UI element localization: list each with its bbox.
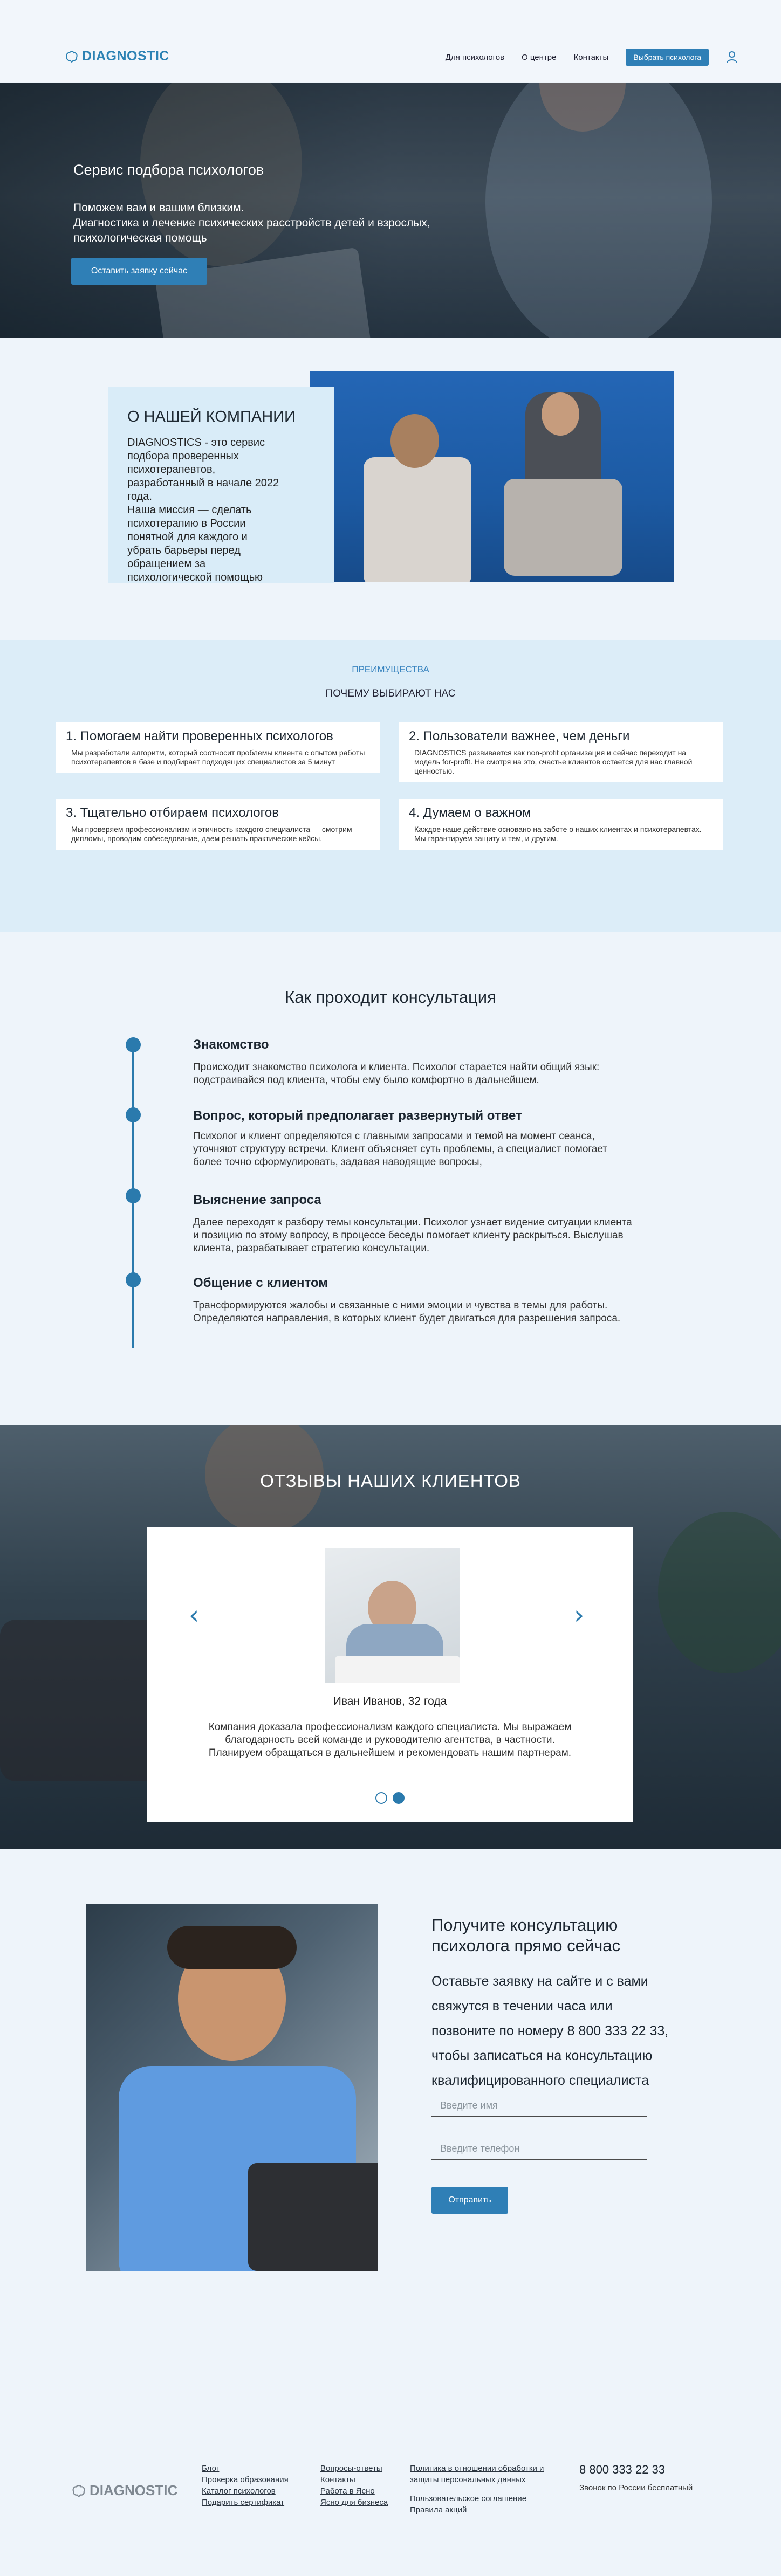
- step-title: Общение с клиентом: [193, 1276, 328, 1290]
- advantage-title: 1. Помогаем найти проверенных психологов: [66, 729, 333, 743]
- advantage-card: 4. Думаем о важном Каждое наше действие …: [399, 799, 723, 850]
- footer-link[interactable]: Ясно для бизнеса: [320, 2497, 388, 2508]
- footer-link[interactable]: Каталог психологов: [202, 2485, 289, 2497]
- step-text: Происходит знакомство психолога и клиент…: [193, 1062, 600, 1086]
- pagination-dot-active[interactable]: [393, 1792, 405, 1804]
- logo[interactable]: DIAGNOSTIC: [65, 49, 169, 64]
- review-card: Иван Иванов, 32 года Компания доказала п…: [147, 1527, 633, 1822]
- main-nav: Для психологов О центре Контакты Выбрать…: [446, 49, 738, 66]
- contact-title: Получите консультацию психолога прямо се…: [431, 1916, 621, 1955]
- advantages-title: ПОЧЕМУ ВЫБИРАЮТ НАС: [325, 688, 456, 699]
- review-text: Компания доказала профессионализм каждог…: [208, 1721, 572, 1759]
- step-text: Трансформируются жалобы и связанные с ни…: [193, 1300, 621, 1324]
- step-text: Психолог и клиент определяются с главным…: [193, 1131, 608, 1168]
- reviews-section: ОТЗЫВЫ НАШИХ КЛИЕНТОВ Иван Иванов, 32 го…: [0, 1425, 781, 1849]
- step-title: Вопрос, который предполагает развернутый…: [193, 1108, 522, 1123]
- leave-request-button[interactable]: Оставить заявку сейчас: [71, 258, 207, 285]
- footer-link[interactable]: Пользовательское соглашение: [410, 2493, 566, 2504]
- nav-link-contacts[interactable]: Контакты: [574, 53, 609, 62]
- step-title: Выяснение запроса: [193, 1193, 321, 1207]
- hero-subtitle: Поможем вам и вашим близким. Диагностика…: [73, 201, 483, 246]
- reviews-title: ОТЗЫВЫ НАШИХ КЛИЕНТОВ: [260, 1471, 521, 1491]
- timeline-dot: [126, 1272, 141, 1287]
- footer-link[interactable]: Работа в Ясно: [320, 2485, 388, 2497]
- contact-text: Оставьте заявку на сайте и с вами свяжут…: [431, 1974, 669, 2088]
- about-title: О НАШЕЙ КОМПАНИИ: [127, 408, 296, 425]
- advantage-text: Мы проверяем профессионализм и этичность…: [71, 825, 352, 843]
- footer-link[interactable]: Проверка образования: [202, 2474, 289, 2485]
- logo-text: DIAGNOSTIC: [82, 49, 169, 64]
- consultation-title: Как проходит консультация: [285, 988, 496, 1007]
- phone-input[interactable]: [431, 2138, 647, 2160]
- footer-link[interactable]: Вопросы-ответы: [320, 2463, 388, 2474]
- hero-subtitle-line: Диагностика и лечение психических расстр…: [73, 217, 430, 229]
- footer-link[interactable]: Политика в отношении обработки и защиты …: [410, 2463, 566, 2485]
- nav-link-psychologists[interactable]: Для психологов: [446, 53, 504, 62]
- chevron-right-icon[interactable]: ›: [574, 1600, 584, 1630]
- footer-column: Вопросы-ответы Контакты Работа в Ясно Яс…: [320, 2463, 388, 2508]
- advantage-card: 3. Тщательно отбираем психологов Мы пров…: [56, 799, 380, 850]
- brain-logo-icon: [66, 51, 78, 63]
- hero-subtitle-line: психологическая помощь: [73, 232, 207, 244]
- advantage-text: DIAGNOSTICS развивается как non-profit о…: [414, 748, 693, 775]
- footer-phone-note: Звонок по России бесплатный: [579, 2483, 693, 2492]
- about-card: О НАШЕЙ КОМПАНИИ DIAGNOSTICS - это серви…: [108, 387, 334, 583]
- about-paragraph: Наша миссия — сделать психотерапию в Рос…: [127, 504, 263, 583]
- choose-psychologist-button[interactable]: Выбрать психолога: [626, 49, 709, 66]
- footer-link[interactable]: Контакты: [320, 2474, 388, 2485]
- pagination-dot[interactable]: [375, 1792, 387, 1804]
- footer-phone[interactable]: 8 800 333 22 33: [579, 2463, 665, 2477]
- footer-link[interactable]: Блог: [202, 2463, 289, 2474]
- step-text: Далее переходят к разбору темы консульта…: [193, 1217, 632, 1254]
- footer-column: Политика в отношении обработки и защиты …: [410, 2463, 566, 2516]
- hero-title: Сервис подбора психологов: [73, 162, 264, 178]
- timeline-dot: [126, 1188, 141, 1203]
- advantage-title: 4. Думаем о важном: [409, 805, 531, 820]
- about-text: DIAGNOSTICS - это сервис подбора провере…: [127, 436, 284, 584]
- brain-logo-icon: [72, 2484, 85, 2497]
- about-paragraph: DIAGNOSTICS - это сервис подбора провере…: [127, 437, 279, 502]
- timeline-dot: [126, 1107, 141, 1122]
- reviewer-name: Иван Иванов, 32 года: [333, 1695, 447, 1707]
- about-photo: [310, 371, 674, 582]
- advantage-card: 2. Пользователи важнее, чем деньги DIAGN…: [399, 722, 723, 782]
- advantages-eyebrow: ПРЕИМУЩЕСТВА: [352, 664, 429, 674]
- footer-link[interactable]: Подарить сертификат: [202, 2497, 289, 2508]
- submit-button[interactable]: Отправить: [431, 2187, 508, 2214]
- advantage-text: Мы разработали алгоритм, который соотнос…: [71, 748, 365, 766]
- advantage-title: 3. Тщательно отбираем психологов: [66, 805, 279, 820]
- nav-link-about[interactable]: О центре: [522, 53, 556, 62]
- advantages-section: ПРЕИМУЩЕСТВА ПОЧЕМУ ВЫБИРАЮТ НАС 1. Помо…: [0, 640, 781, 932]
- timeline-dot: [126, 1037, 141, 1052]
- advantage-card: 1. Помогаем найти проверенных психологов…: [56, 722, 380, 773]
- advantage-text: Каждое наше действие основано на заботе …: [414, 825, 702, 843]
- step-title: Знакомство: [193, 1037, 269, 1052]
- user-icon[interactable]: [726, 51, 738, 64]
- chevron-left-icon[interactable]: ‹: [189, 1600, 199, 1630]
- reviewer-photo: [325, 1548, 460, 1683]
- advantage-title: 2. Пользователи важнее, чем деньги: [409, 729, 630, 743]
- hero-subtitle-line: Поможем вам и вашим близким.: [73, 202, 244, 214]
- name-input[interactable]: [431, 2095, 647, 2117]
- footer-link[interactable]: Правила акций: [410, 2504, 566, 2516]
- operator-photo: [86, 1904, 378, 2271]
- footer-logo[interactable]: DIAGNOSTIC: [71, 2482, 177, 2499]
- footer-logo-text: DIAGNOSTIC: [90, 2482, 178, 2498]
- site-header: [0, 0, 781, 82]
- footer-column: Блог Проверка образования Каталог психол…: [202, 2463, 289, 2508]
